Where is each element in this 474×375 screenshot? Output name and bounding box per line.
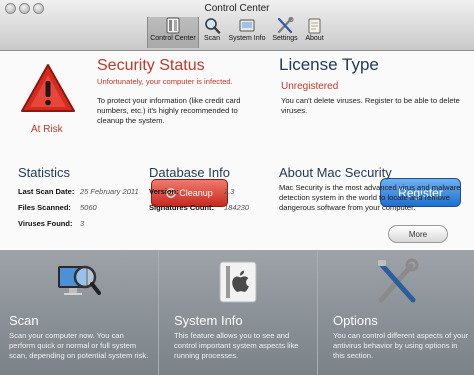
tab-label: About [305,35,324,42]
toolbar: Control Center Control Center Scan Syste… [0,0,474,51]
tab-label: Scan [204,35,220,42]
about-text: Mac Security is the most advanced virus … [279,183,461,212]
license-message: You can't delete viruses. Register to be… [281,96,460,115]
database-info-heading: Database Info [149,165,230,180]
tab-control-center[interactable]: Control Center [147,17,199,48]
db-label-version: Version: [149,187,179,196]
db-value-version: 2.3 [224,187,235,196]
statistics-heading: Statistics [18,165,71,180]
stat-value-viruses-found: 3 [80,219,85,228]
tab-scan[interactable]: Scan [201,17,223,48]
options-tile-title: Options [333,313,378,328]
scan-tile-title: Scan [9,313,39,328]
system-info-tile-text: This feature allows you to see and contr… [174,331,299,360]
stat-value-last-scan: 25 February 2011 [80,187,139,196]
tab-label: System Info [228,35,266,42]
system-info-tile-icon [219,261,257,303]
scan-tile[interactable]: Scan Scan your computer now. You can per… [0,250,159,375]
control-center-icon [166,17,180,34]
risk-state-label: At Risk [31,124,63,135]
tab-label: Settings [272,35,298,42]
stat-label-files-scanned: Files Scanned: [18,203,71,212]
db-label-signatures: Signatures Count: [149,203,214,212]
system-info-icon [239,19,255,32]
tools-icon [277,17,294,34]
options-tile[interactable]: Options You can control different aspect… [318,250,474,375]
tab-label: Control Center [150,35,196,42]
scan-tile-text: Scan your computer now. You can perform … [9,331,149,360]
computer-scan-icon [58,265,101,295]
stat-label-last-scan: Last Scan Date: [18,187,75,196]
system-info-tile-title: System Info [174,313,243,328]
feature-tiles: Scan Scan your computer now. You can per… [0,250,474,375]
stat-value-files-scanned: 5060 [80,203,97,212]
tab-about[interactable]: About [302,17,327,48]
stat-label-viruses-found: Viruses Found: [18,219,73,228]
db-value-signatures: 184230 [224,203,250,212]
tools-tile-icon [378,258,419,303]
window-title: Control Center [204,3,270,14]
protection-message: To protect your information (like credit… [97,96,241,125]
infection-notice: Unfortunately, your computer is infected… [97,77,233,86]
warning-icon [21,64,75,112]
tab-settings[interactable]: Settings [270,17,300,48]
options-tile-text: You can control different aspects of you… [333,331,469,360]
system-info-tile[interactable]: System Info This feature allows you to s… [159,250,318,375]
app-window: Control Center Control Center Scan Syste… [0,0,474,375]
tab-system-info[interactable]: System Info [226,17,268,48]
about-heading: About Mac Security [279,165,392,180]
about-icon [308,18,320,34]
status-panel: At Risk Security Status Unfortunately, y… [0,51,474,250]
more-button[interactable]: More [388,225,448,243]
license-status: Unregistered [281,81,339,92]
license-type-heading: License Type [279,55,379,74]
magnifier-icon [205,18,221,34]
security-status-heading: Security Status [97,57,205,74]
cleanup-button-label: Cleanup [179,188,213,198]
